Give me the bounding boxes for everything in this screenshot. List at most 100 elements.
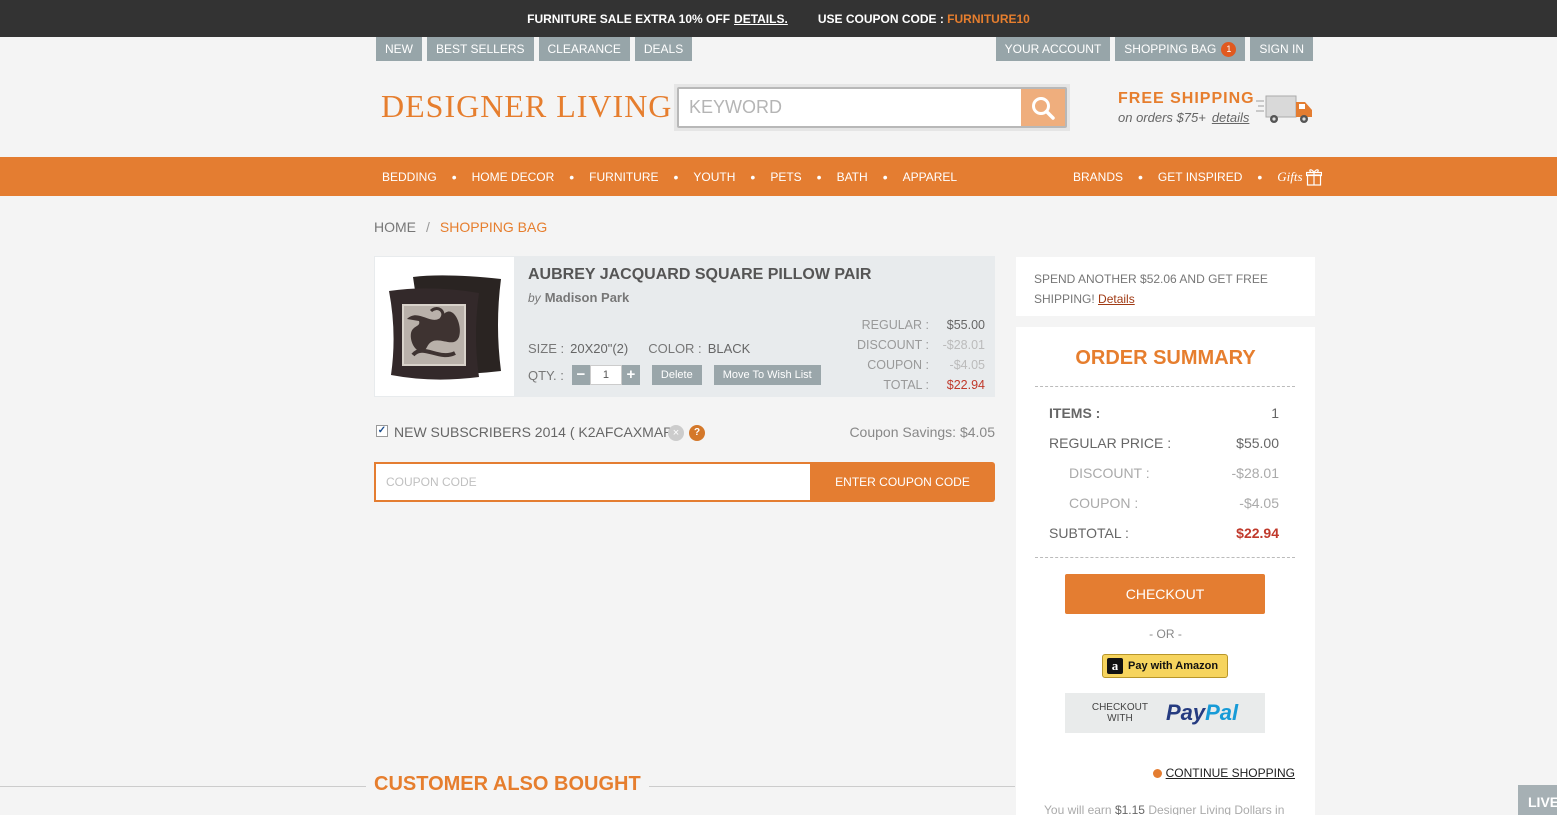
util-new-link[interactable]: NEW [376,37,422,61]
spend-details-link[interactable]: Details [1098,292,1135,306]
live-chat-tab[interactable]: LIVE [1518,785,1557,815]
summary-discount-value: -$28.01 [1231,465,1279,481]
qty-decrease-button[interactable]: − [571,365,590,385]
promo-sale: FURNITURE SALE EXTRA 10% OFF DETAILS. [527,12,788,26]
qty-increase-button[interactable]: + [621,365,640,385]
items-label: ITEMS : [1049,405,1101,421]
search-input[interactable] [679,89,1021,126]
discount-value: -$28.01 [942,338,985,352]
truck-icon [1256,95,1312,123]
site-logo[interactable]: DESIGNER LIVING [381,88,672,125]
paypal-small-line2: WITH [1107,713,1133,724]
nav-apparel[interactable]: APPAREL [903,170,957,184]
breadcrumb: HOME / SHOPPING BAG [374,219,547,235]
nav-furniture[interactable]: FURNITURE [589,170,658,184]
nav-gifts-label: Gifts [1277,168,1303,184]
paypal-small-line1: CHECKOUT [1091,702,1148,713]
or-divider: - OR - [1149,627,1182,641]
nav-bath[interactable]: BATH [837,170,868,184]
nav-home-decor[interactable]: HOME DECOR [472,170,555,184]
nav-separator: • [569,168,575,185]
move-to-wishlist-button[interactable]: Move To Wish List [713,365,821,385]
price-total-row: TOTAL : $22.94 [849,375,985,395]
rewards-earn-text: You will earn $1.15 Designer Living Doll… [1044,803,1284,815]
order-summary-title: ORDER SUMMARY [1075,347,1256,369]
breadcrumb-home[interactable]: HOME [374,219,416,235]
continue-shopping-label: CONTINUE SHOPPING [1165,766,1295,780]
shopping-bag-link[interactable]: SHOPPING BAG 1 [1115,37,1246,61]
coupon-code-input[interactable] [374,462,810,502]
nav-separator: • [882,168,888,185]
coupon-help-icon[interactable]: ? [689,425,705,441]
coupon-savings: Coupon Savings: $4.05 [849,424,995,440]
color-value: BLACK [707,341,751,356]
qty-input[interactable]: 1 [589,365,622,385]
amazon-label: Pay with Amazon [1128,660,1219,672]
breadcrumb-separator: / [426,219,430,235]
main-nav: BEDDING • HOME DECOR • FURNITURE • YOUTH… [0,157,1557,196]
nav-pets[interactable]: PETS [770,170,801,184]
promo-details-link[interactable]: DETAILS. [734,12,788,26]
product-title[interactable]: AUBREY JACQUARD SQUARE PILLOW PAIR [528,266,871,284]
brand-name[interactable]: Madison Park [545,290,630,305]
enter-coupon-button[interactable]: ENTER COUPON CODE [810,462,995,502]
also-bought-heading: CUSTOMER ALSO BOUGHT [366,773,649,796]
nav-youth[interactable]: YOUTH [693,170,735,184]
earn-amount: $1.15 [1114,803,1145,815]
checkout-button[interactable]: CHECKOUT [1065,574,1265,614]
nav-gifts[interactable]: Gifts [1277,168,1322,186]
summary-coupon-row: COUPON : -$4.05 [1069,495,1279,511]
product-image[interactable] [375,257,514,396]
promo-bar: FURNITURE SALE EXTRA 10% OFF DETAILS. USE… [0,0,1557,37]
quantity-stepper: − 1 + [571,365,640,385]
summary-divider [1035,386,1295,387]
gift-icon [1305,168,1322,186]
delete-button[interactable]: Delete [651,365,702,385]
sign-in-link[interactable]: SIGN IN [1250,37,1313,61]
search-button[interactable] [1021,89,1065,126]
free-shipping-details-link[interactable]: details [1212,110,1250,125]
summary-divider [1035,557,1295,558]
summary-coupon-value: -$4.05 [1239,495,1279,511]
coupon-form: ENTER COUPON CODE [374,462,995,502]
search-inner [677,87,1067,128]
utility-nav-left: NEW BEST SELLERS CLEARANCE DEALS [376,37,693,61]
size-label: SIZE : [528,341,565,356]
nav-separator: • [451,168,457,185]
remove-coupon-icon[interactable]: × [668,425,684,441]
free-shipping-subtitle: on orders $75+ details [1118,110,1255,125]
nav-separator: • [1257,168,1263,185]
nav-brands[interactable]: BRANDS [1073,170,1123,184]
regular-price-label: REGULAR PRICE : [1049,435,1172,451]
nav-get-inspired[interactable]: GET INSPIRED [1158,170,1242,184]
promo-coupon-code: FURNITURE10 [947,11,1030,26]
summary-regular-row: REGULAR PRICE : $55.00 [1049,435,1279,451]
util-best-sellers-link[interactable]: BEST SELLERS [427,37,534,61]
coupon-value: -$4.05 [949,358,985,372]
util-deals-link[interactable]: DEALS [634,37,693,61]
pay-with-amazon-button[interactable]: a Pay with Amazon [1102,654,1228,678]
subtotal-label: SUBTOTAL : [1049,525,1129,541]
coupon-label: COUPON : [867,358,929,372]
regular-value: $55.00 [946,318,985,332]
size-value: 20X20"(2) [570,341,629,356]
order-summary: ORDER SUMMARY ITEMS : 1 REGULAR PRICE : $5… [1016,327,1315,815]
regular-price-value: $55.00 [1236,435,1279,451]
your-account-link[interactable]: YOUR ACCOUNT [995,37,1111,61]
regular-label: REGULAR : [861,318,929,332]
qty-label: QTY. : [528,367,564,383]
coupon-checkbox[interactable]: ✓ [376,425,388,437]
discount-label: DISCOUNT : [857,338,929,352]
product-attributes: SIZE : 20X20"(2) COLOR : BLACK [528,341,750,356]
util-clearance-link[interactable]: CLEARANCE [538,37,630,61]
size-attribute: SIZE : 20X20"(2) [528,341,628,356]
price-regular-row: REGULAR : $55.00 [849,315,985,335]
coupon-name: NEW SUBSCRIBERS 2014 ( K2AFCAXMAP) [394,424,678,440]
nav-separator: • [816,168,822,185]
subtotal-value: $22.94 [1236,525,1279,541]
color-label: COLOR : [648,341,702,356]
nav-bedding[interactable]: BEDDING [382,170,437,184]
paypal-checkout-button[interactable]: CHECKOUT WITH PayPal [1065,693,1265,733]
quantity-row: QTY. : − 1 + Delete Move To Wish List [528,365,821,385]
continue-shopping-link[interactable]: CONTINUE SHOPPING [1152,766,1295,780]
